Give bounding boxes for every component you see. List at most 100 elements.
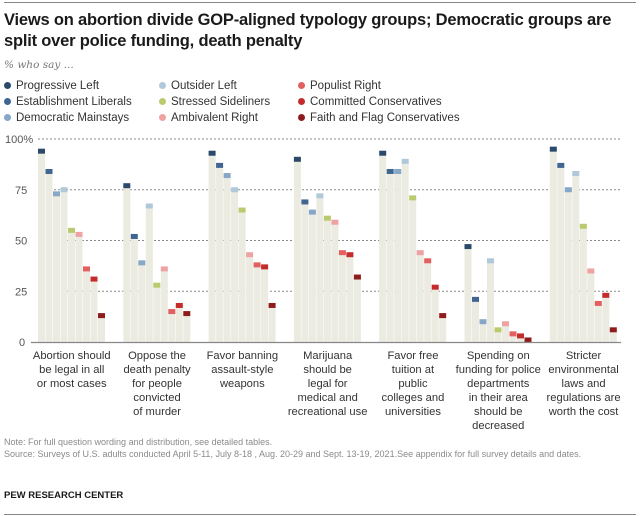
chart-title: Views on abortion divide GOP-aligned typ… <box>4 11 612 50</box>
bar <box>549 149 557 342</box>
x-tick-label-line: Stricter <box>565 350 602 362</box>
bar-marker <box>253 262 261 268</box>
bar-marker <box>401 158 409 164</box>
bar <box>223 175 231 342</box>
bar-marker <box>308 209 316 215</box>
x-tick-label: Favor banning assault-style weapons <box>197 349 287 391</box>
bar-marker <box>231 187 239 193</box>
x-tick-label-line: legal for <box>307 378 348 390</box>
bar <box>83 268 90 342</box>
bar <box>323 218 331 342</box>
bar <box>261 266 269 342</box>
x-tick-label: Stricter environmental laws and regulations… <box>539 349 629 419</box>
x-tick-label-line: should be <box>303 364 352 376</box>
bar <box>353 277 361 342</box>
y-tick-label: 75 <box>15 185 27 197</box>
bar <box>386 171 394 342</box>
bar <box>564 189 572 342</box>
bar-marker <box>160 266 168 272</box>
bar-marker <box>316 193 324 199</box>
bar-marker <box>431 284 439 290</box>
x-tick-label-line: assault-style <box>211 364 274 376</box>
bar-marker <box>261 264 269 270</box>
bar-marker <box>238 207 246 213</box>
bar-marker <box>564 187 572 193</box>
legend-label: Ambivalent Right <box>171 112 258 124</box>
legend-swatch-icon <box>4 98 11 105</box>
bar <box>487 260 494 342</box>
bar-marker <box>379 150 387 156</box>
legend-item: Faith and Flag Conservatives <box>298 112 460 124</box>
bar <box>168 311 176 342</box>
bar-marker <box>293 156 301 162</box>
bar-marker <box>572 171 580 177</box>
credit: PEW RESEARCH CENTER <box>4 490 124 501</box>
note-text: Note: For full question wording and dist… <box>4 437 273 447</box>
legend-swatch-icon <box>298 114 305 121</box>
x-tick-label-line: Favor free <box>387 350 439 362</box>
bar <box>160 268 168 342</box>
bar <box>238 210 246 342</box>
chart-subtitle: % who say ... <box>4 59 74 71</box>
chart-note: Note: For full question wording and dist… <box>4 437 634 460</box>
bar-marker <box>60 187 68 193</box>
bar <box>90 279 98 342</box>
bar <box>424 260 432 342</box>
y-tick-label: 100% <box>5 134 33 146</box>
x-tick-label: Oppose the death penalty for people convict… <box>112 349 202 419</box>
x-tick-label-line: Marijuana <box>303 350 353 362</box>
legend-label: Democratic Mainstays <box>16 112 130 124</box>
bar-marker <box>394 168 402 174</box>
x-tick-label-line: Abortion should <box>32 350 111 362</box>
bar <box>231 189 239 342</box>
x-tick-label: Favor free tuition at public colleges and un… <box>368 349 458 419</box>
x-tick-label-line: of murder <box>133 406 181 418</box>
bar <box>479 321 487 342</box>
x-tick-label-line: regulations are <box>546 392 621 404</box>
bar <box>130 236 138 342</box>
source-text: Source: Surveys of U.S. adults conducted… <box>4 448 582 459</box>
bar-marker <box>68 227 75 233</box>
legend-swatch-icon <box>159 114 166 121</box>
bar <box>175 305 183 342</box>
bar-marker <box>268 302 276 308</box>
x-tick-label-line: for people <box>132 378 182 390</box>
bar <box>293 159 301 342</box>
legend-item: Progressive Left <box>4 80 99 92</box>
x-tick-label-line: Oppose the <box>128 350 186 362</box>
chart-plot: 0 25 50 75 100% <box>5 134 621 349</box>
bar-marker <box>386 168 394 174</box>
legend-label: Faith and Flag Conservatives <box>310 112 460 124</box>
bar <box>268 305 276 342</box>
bar-marker <box>168 309 176 315</box>
bar-marker <box>98 313 105 319</box>
bar <box>183 313 191 342</box>
bar-slot <box>610 145 617 342</box>
bar <box>472 299 479 342</box>
y-tick-label: 50 <box>15 236 27 248</box>
bar-marker <box>353 274 361 280</box>
x-tick-label-line: be legal in all <box>39 364 105 376</box>
bar-marker <box>494 327 502 333</box>
x-tick-label-line: colleges and <box>381 392 445 404</box>
x-tick-label-line: departments <box>467 378 530 390</box>
bar <box>594 303 602 342</box>
bar <box>145 205 153 342</box>
bar-marker <box>138 260 146 266</box>
bar <box>216 165 224 342</box>
x-tick-label-line: public <box>398 378 428 390</box>
bar-marker <box>323 215 331 221</box>
bar-slot <box>98 145 105 342</box>
bar <box>246 254 254 342</box>
top-rule <box>4 2 636 3</box>
legend-item: Democratic Mainstays <box>4 112 129 124</box>
legend-swatch-icon <box>298 98 305 105</box>
bar-marker <box>602 292 610 298</box>
bar <box>557 165 565 342</box>
bar-marker <box>424 258 432 264</box>
bar-marker <box>175 302 183 308</box>
y-tick-label: 25 <box>15 286 27 298</box>
bar-marker <box>301 199 309 205</box>
bar-marker <box>439 313 447 319</box>
bar <box>379 153 387 342</box>
